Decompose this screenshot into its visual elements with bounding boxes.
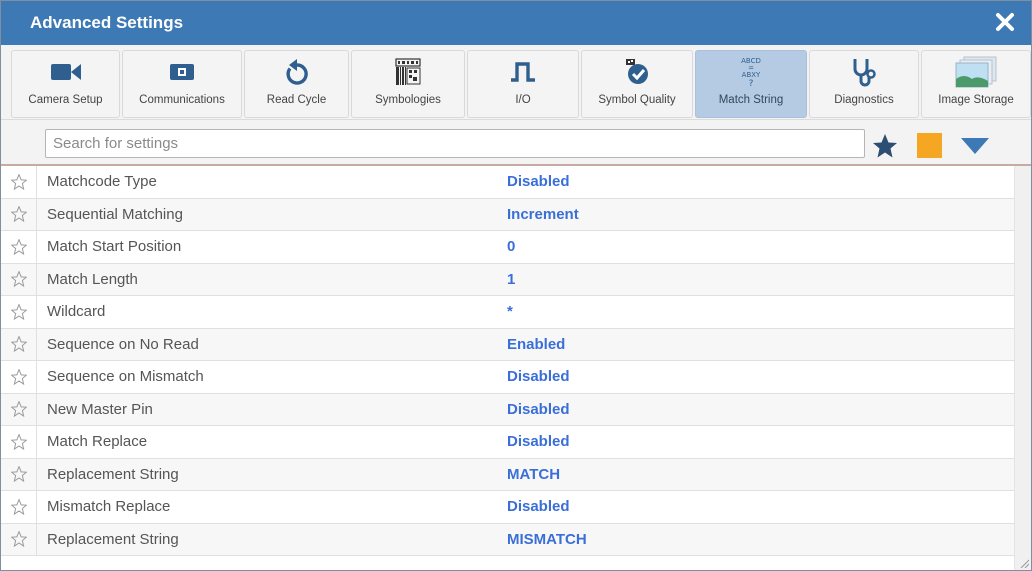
refresh-icon bbox=[285, 59, 308, 85]
setting-row[interactable]: Match Replace Disabled bbox=[1, 426, 1016, 459]
tab-label: Match String bbox=[718, 94, 784, 106]
stethoscope-icon bbox=[853, 59, 876, 87]
setting-label: Sequence on No Read bbox=[47, 335, 199, 353]
favorite-star-icon[interactable] bbox=[1, 458, 37, 490]
setting-label: Mismatch Replace bbox=[47, 498, 171, 516]
tab-symbol-quality[interactable]: Symbol Quality bbox=[581, 50, 693, 118]
port-connector-icon bbox=[170, 64, 194, 80]
title-bar: Advanced Settings bbox=[1, 1, 1031, 45]
match-string-icon: ABCD = ABXY ? bbox=[741, 57, 761, 89]
tab-camera-setup[interactable]: Camera Setup bbox=[11, 50, 120, 118]
video-camera-icon bbox=[50, 64, 81, 80]
image-stack-icon bbox=[955, 56, 997, 88]
svg-text:?: ? bbox=[749, 79, 754, 89]
favorite-star-icon[interactable] bbox=[1, 523, 37, 555]
setting-value[interactable]: * bbox=[507, 303, 513, 320]
barcode-icon bbox=[395, 58, 421, 85]
setting-label: Match Start Position bbox=[47, 238, 182, 256]
search-input[interactable] bbox=[45, 129, 865, 158]
favorite-star-icon[interactable] bbox=[1, 426, 37, 458]
pulse-signal-icon bbox=[511, 62, 535, 82]
setting-value[interactable]: 0 bbox=[507, 238, 515, 255]
close-icon[interactable] bbox=[991, 8, 1019, 36]
setting-label: New Master Pin bbox=[47, 400, 153, 418]
badge-check-icon bbox=[626, 59, 648, 84]
setting-label: Sequential Matching bbox=[47, 205, 183, 223]
tab-label: Camera Setup bbox=[28, 94, 103, 106]
setting-row[interactable]: Mismatch Replace Disabled bbox=[1, 491, 1016, 524]
tab-match-string[interactable]: ABCD = ABXY ? Match String bbox=[695, 50, 807, 118]
setting-value[interactable]: Disabled bbox=[507, 401, 570, 418]
tab-label: I/O bbox=[515, 94, 531, 106]
favorite-star-icon[interactable] bbox=[1, 361, 37, 393]
setting-row[interactable]: Sequence on No Read Enabled bbox=[1, 328, 1016, 361]
favorites-star-icon[interactable] bbox=[872, 133, 898, 159]
setting-row[interactable]: Wildcard * bbox=[1, 296, 1016, 329]
favorite-star-icon[interactable] bbox=[1, 198, 37, 230]
tab-diagnostics[interactable]: Diagnostics bbox=[809, 50, 919, 118]
window-title: Advanced Settings bbox=[30, 13, 184, 32]
triangle-down-icon[interactable] bbox=[961, 138, 989, 154]
favorite-star-icon[interactable] bbox=[1, 393, 37, 425]
setting-value[interactable]: Enabled bbox=[507, 336, 565, 353]
tab-read-cycle[interactable]: Read Cycle bbox=[244, 50, 349, 118]
setting-label: Match Length bbox=[47, 270, 138, 288]
setting-value[interactable]: MISMATCH bbox=[507, 531, 587, 548]
favorite-star-icon[interactable] bbox=[1, 231, 37, 263]
advanced-settings-window: Advanced Settings Camera Setup Communica… bbox=[0, 0, 1032, 571]
setting-row[interactable]: Sequential Matching Increment bbox=[1, 198, 1016, 231]
tab-label: Symbologies bbox=[375, 94, 441, 106]
tab-communications[interactable]: Communications bbox=[122, 50, 242, 118]
tab-label: Read Cycle bbox=[266, 94, 327, 106]
setting-row[interactable]: Match Length 1 bbox=[1, 263, 1016, 296]
favorite-star-icon[interactable] bbox=[1, 263, 37, 295]
settings-list: Matchcode Type Disabled Sequential Matchin… bbox=[1, 166, 1016, 556]
setting-row[interactable]: New Master Pin Disabled bbox=[1, 393, 1016, 426]
resize-grip-icon[interactable] bbox=[1019, 558, 1029, 568]
setting-label: Replacement String bbox=[47, 465, 179, 483]
tab-symbologies[interactable]: Symbologies bbox=[351, 50, 465, 118]
setting-value[interactable]: MATCH bbox=[507, 466, 560, 483]
tab-label: Image Storage bbox=[938, 94, 1014, 106]
scrollbar[interactable] bbox=[1014, 166, 1031, 570]
setting-value[interactable]: Disabled bbox=[507, 433, 570, 450]
setting-row[interactable]: Sequence on Mismatch Disabled bbox=[1, 361, 1016, 394]
tab-label: Symbol Quality bbox=[598, 94, 676, 106]
setting-label: Replacement String bbox=[47, 530, 179, 548]
svg-text:ABXY: ABXY bbox=[742, 71, 761, 79]
setting-value[interactable]: Disabled bbox=[507, 173, 570, 190]
favorite-star-icon[interactable] bbox=[1, 491, 37, 523]
setting-label: Sequence on Mismatch bbox=[47, 368, 204, 386]
setting-label: Wildcard bbox=[47, 303, 106, 321]
category-toolbar: Camera Setup Communications Read Cycle S… bbox=[1, 45, 1031, 120]
setting-label: Match Replace bbox=[47, 433, 148, 451]
setting-label: Matchcode Type bbox=[47, 173, 157, 191]
favorite-star-icon[interactable] bbox=[1, 166, 37, 198]
setting-row[interactable]: Match Start Position 0 bbox=[1, 231, 1016, 264]
favorite-star-icon[interactable] bbox=[1, 296, 37, 328]
search-bar bbox=[1, 120, 1031, 166]
setting-row[interactable]: Replacement String MATCH bbox=[1, 458, 1016, 491]
tab-image-storage[interactable]: Image Storage bbox=[921, 50, 1031, 118]
setting-row[interactable]: Matchcode Type Disabled bbox=[1, 166, 1016, 199]
tab-io[interactable]: I/O bbox=[467, 50, 579, 118]
tab-label: Communications bbox=[139, 94, 225, 106]
orange-square-button[interactable] bbox=[917, 133, 942, 158]
setting-row[interactable]: Replacement String MISMATCH bbox=[1, 523, 1016, 556]
tab-label: Diagnostics bbox=[834, 94, 894, 106]
setting-value[interactable]: Disabled bbox=[507, 368, 570, 385]
setting-value[interactable]: 1 bbox=[507, 271, 515, 288]
favorite-star-icon[interactable] bbox=[1, 328, 37, 360]
setting-value[interactable]: Increment bbox=[507, 206, 579, 223]
setting-value[interactable]: Disabled bbox=[507, 498, 570, 515]
